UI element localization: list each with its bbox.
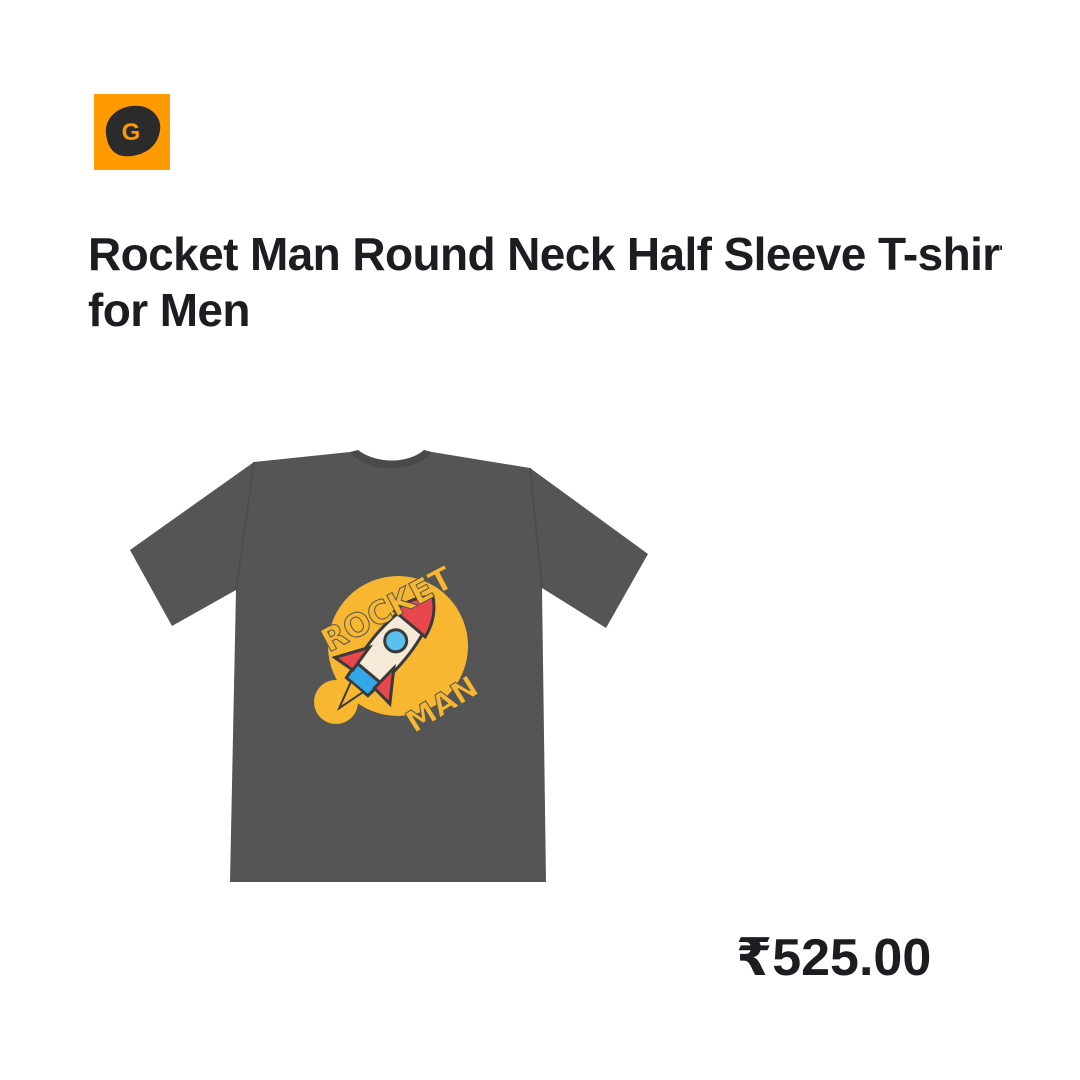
price-amount: 525.00 — [772, 929, 932, 987]
tshirt-image[interactable]: ROCKET MAN — [118, 440, 666, 900]
title-container: Rocket Man Round Neck Half Sleeve T-shir… — [88, 226, 1002, 346]
price-currency: ₹ — [736, 928, 773, 988]
product-price: ₹525.00 — [736, 928, 931, 988]
product-page: G Rocket Man Round Neck Half Sleeve T-sh… — [0, 0, 1080, 1080]
logo-letter: G — [122, 119, 141, 146]
product-title: Rocket Man Round Neck Half Sleeve T-shir… — [88, 228, 1002, 336]
brand-logo-icon[interactable]: G — [94, 94, 170, 170]
